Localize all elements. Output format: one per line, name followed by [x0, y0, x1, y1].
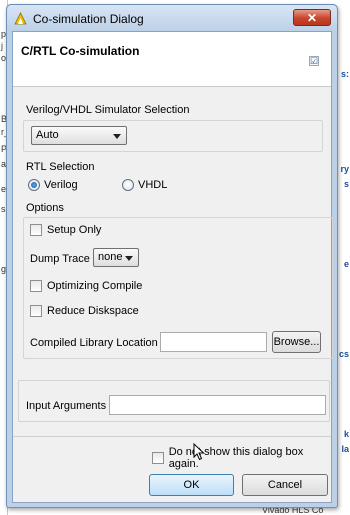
window-title: Co-simulation Dialog	[33, 12, 144, 26]
dump-trace-dropdown[interactable]: none	[93, 248, 139, 267]
radio-selected-icon	[28, 179, 40, 191]
bg-text: s:	[340, 69, 349, 79]
chevron-down-icon	[125, 256, 133, 261]
bg-text: k	[343, 429, 349, 439]
simulator-dropdown[interactable]: Auto	[31, 126, 127, 145]
bg-text: cs	[338, 349, 349, 359]
radio-label: VHDL	[138, 179, 168, 191]
checkbox-icon	[30, 305, 42, 317]
checkbox-icon	[152, 452, 164, 464]
simulator-selection-label: Verilog/VHDL Simulator Selection	[26, 104, 190, 116]
dialog-content: C/RTL Co-simulation ☑ Verilog/VHDL Simul…	[12, 31, 333, 503]
setup-only-checkbox[interactable]: Setup Only	[30, 224, 101, 236]
mouse-pointer-icon	[193, 443, 205, 461]
simulator-dropdown-value: Auto	[36, 129, 59, 141]
dump-trace-value: none	[98, 251, 123, 263]
radio-label: Verilog	[44, 179, 78, 191]
dialog-header: C/RTL Co-simulation ☑	[13, 32, 331, 87]
radio-vhdl[interactable]: VHDL	[122, 179, 167, 191]
cancel-button[interactable]: Cancel	[242, 474, 328, 496]
do-not-show-checkbox[interactable]: Do not show this dialog box again.	[152, 446, 331, 470]
input-arguments-label: Input Arguments	[26, 400, 107, 412]
checkbox-icon	[30, 280, 42, 292]
bg-text: la	[341, 444, 349, 454]
app-logo-icon	[14, 12, 27, 25]
ok-button[interactable]: OK	[149, 474, 234, 496]
checkbox-icon	[30, 224, 42, 236]
optimizing-compile-checkbox[interactable]: Optimizing Compile	[30, 280, 142, 292]
checkbox-label: Optimizing Compile	[47, 280, 143, 292]
dialog-heading: C/RTL Co-simulation	[21, 44, 140, 58]
compiled-library-input[interactable]	[160, 332, 267, 352]
reduce-diskspace-checkbox[interactable]: Reduce Diskspace	[30, 305, 139, 317]
radio-unselected-icon	[122, 179, 134, 191]
co-simulation-dialog: Co-simulation Dialog ✕ C/RTL Co-simulati…	[6, 4, 338, 508]
browse-button[interactable]: Browse...	[272, 331, 321, 353]
input-arguments-input[interactable]	[109, 395, 326, 415]
compiled-library-label: Compiled Library Location	[30, 337, 158, 349]
chevron-down-icon	[113, 134, 121, 139]
bg-text: j	[1, 41, 3, 51]
bg-text: e	[343, 259, 349, 269]
radio-verilog[interactable]: Verilog	[28, 179, 78, 191]
background-app-right: s: ry s e cs k la	[338, 0, 350, 515]
title-bar[interactable]: Co-simulation Dialog ✕	[7, 5, 337, 31]
close-button[interactable]: ✕	[293, 9, 331, 26]
bg-text: s	[1, 204, 6, 214]
divider	[13, 436, 331, 437]
rtl-selection-label: RTL Selection	[26, 161, 95, 173]
dump-trace-label: Dump Trace	[30, 253, 90, 265]
checkbox-label: Reduce Diskspace	[47, 305, 139, 317]
bg-text: s	[343, 179, 349, 189]
bg-text: ry	[340, 164, 349, 174]
header-check-icon: ☑	[309, 56, 319, 66]
checkbox-label: Setup Only	[47, 224, 102, 236]
options-label: Options	[26, 202, 64, 214]
